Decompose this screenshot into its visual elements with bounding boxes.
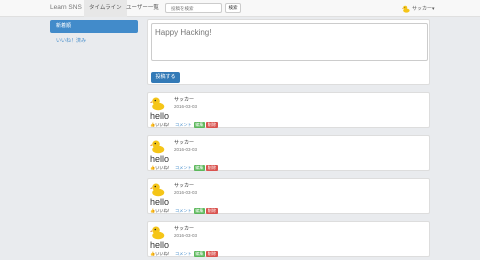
sidebar-item-newest[interactable]: 新着順 xyxy=(50,20,138,33)
post-actions: 👍いいね！ コメント 編集 削除 xyxy=(150,251,218,257)
user-name: サッカー▾ xyxy=(412,6,435,12)
post-date: 2016-03-03 xyxy=(174,104,198,109)
post-composer: Happy Hacking! 投稿する xyxy=(147,19,430,85)
post-card: サッカー 2016-03-03 hello 👍いいね！ コメント 編集 削除 xyxy=(147,135,430,171)
post-card: サッカー 2016-03-03 hello 👍いいね！ コメント 編集 削除 xyxy=(147,178,430,214)
sidebar: 新着順 いいね！済み xyxy=(50,20,138,50)
delete-button[interactable]: 削除 xyxy=(206,251,218,257)
post-author[interactable]: サッカー xyxy=(174,96,194,103)
edit-button[interactable]: 編集 xyxy=(193,208,206,214)
edit-button[interactable]: 編集 xyxy=(193,251,206,257)
edit-button[interactable]: 編集 xyxy=(193,165,206,171)
comment-link[interactable]: コメント xyxy=(175,251,192,257)
search-button[interactable]: 検索 xyxy=(225,3,241,13)
post-body: hello xyxy=(150,240,170,250)
post-textarea[interactable]: Happy Hacking! xyxy=(151,23,428,61)
post-date: 2016-03-03 xyxy=(174,233,198,238)
post-card: サッカー 2016-03-03 hello 👍いいね！ コメント 編集 削除 xyxy=(147,92,430,128)
user-menu[interactable]: サッカー▾ xyxy=(402,3,435,14)
sidebar-item-liked[interactable]: いいね！済み xyxy=(50,35,138,48)
delete-button[interactable]: 削除 xyxy=(206,165,218,171)
submit-post-button[interactable]: 投稿する xyxy=(151,72,180,83)
search-input[interactable] xyxy=(165,3,222,13)
avatar-duck-icon xyxy=(150,96,165,111)
delete-button[interactable]: 削除 xyxy=(206,208,218,214)
post-card: サッカー 2016-03-03 hello 👍いいね！ コメント 編集 削除 xyxy=(147,221,430,257)
like-button[interactable]: 👍いいね！ xyxy=(150,122,172,128)
like-button[interactable]: 👍いいね！ xyxy=(150,251,172,257)
like-button[interactable]: 👍いいね！ xyxy=(150,208,172,214)
post-date: 2016-03-03 xyxy=(174,147,198,152)
like-button[interactable]: 👍いいね！ xyxy=(150,165,172,171)
post-actions: 👍いいね！ コメント 編集 削除 xyxy=(150,122,218,128)
post-author[interactable]: サッカー xyxy=(174,182,194,189)
edit-button[interactable]: 編集 xyxy=(193,122,206,128)
post-author[interactable]: サッカー xyxy=(174,139,194,146)
brand-logo[interactable]: Learn SNS xyxy=(50,4,82,11)
post-actions: 👍いいね！ コメント 編集 削除 xyxy=(150,165,218,171)
post-date: 2016-03-03 xyxy=(174,190,198,195)
post-author[interactable]: サッカー xyxy=(174,225,194,232)
comment-link[interactable]: コメント xyxy=(175,208,192,214)
post-body: hello xyxy=(150,197,170,207)
avatar-duck-icon xyxy=(150,182,165,197)
comment-link[interactable]: コメント xyxy=(175,165,192,171)
post-body: hello xyxy=(150,111,170,121)
tab-user-list[interactable]: ユーザー一覧 xyxy=(121,0,164,17)
avatar-duck-icon xyxy=(150,139,165,154)
post-body: hello xyxy=(150,154,170,164)
comment-link[interactable]: コメント xyxy=(175,122,192,128)
delete-button[interactable]: 削除 xyxy=(206,122,218,128)
duck-icon xyxy=(402,5,410,13)
navbar: Learn SNS タイムライン ユーザー一覧 検索 サッカー▾ xyxy=(0,0,480,17)
avatar-duck-icon xyxy=(150,225,165,240)
post-actions: 👍いいね！ コメント 編集 削除 xyxy=(150,208,218,214)
